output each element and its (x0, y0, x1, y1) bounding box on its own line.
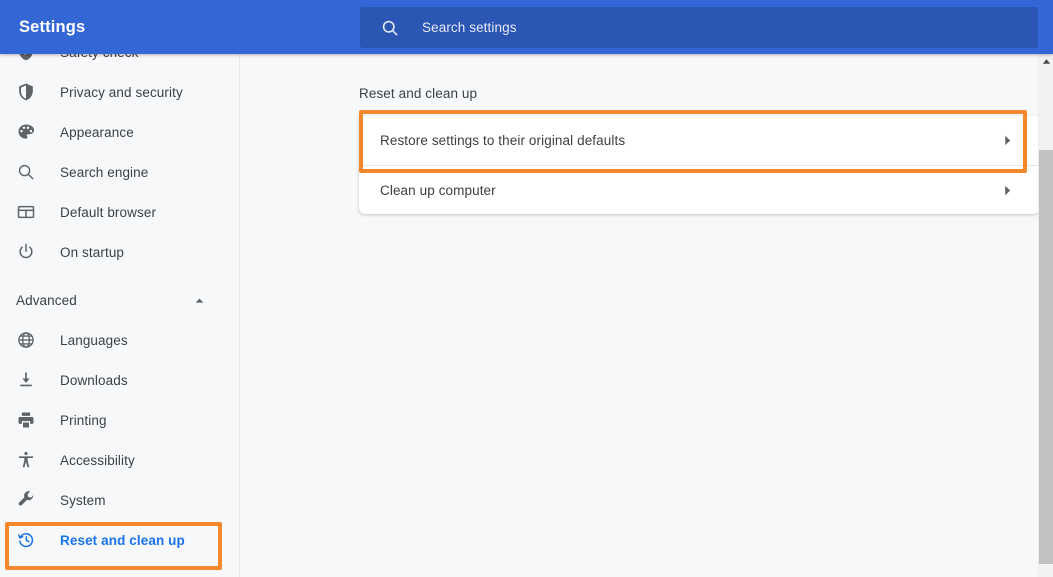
section-title: Reset and clean up (359, 86, 478, 101)
sidebar-item-on-startup[interactable]: On startup (0, 232, 228, 272)
sidebar-item-label: Appearance (60, 124, 134, 140)
sidebar-item-label: Languages (60, 332, 128, 348)
row-label: Clean up computer (380, 182, 496, 198)
sidebar-item-languages[interactable]: Languages (0, 320, 228, 360)
palette-icon (18, 124, 35, 139)
sidebar-item-printing[interactable]: Printing (0, 400, 228, 440)
sidebar-item-label: Printing (60, 412, 107, 428)
sidebar-item-label: On startup (60, 244, 125, 260)
sidebar-item-safety-check[interactable]: Safety check (0, 54, 228, 72)
globe-icon (18, 332, 34, 348)
scroll-up-arrow-icon[interactable] (1042, 57, 1051, 66)
sidebar-scrollbar[interactable] (1038, 54, 1053, 577)
settings-main-content: Reset and clean up Restore settings to t… (241, 54, 1053, 577)
sidebar-item-label: Search engine (60, 164, 149, 180)
scrollbar-thumb[interactable] (1039, 150, 1053, 564)
power-icon (19, 243, 33, 259)
shield-icon (19, 83, 33, 101)
sidebar-item-reset-and-clean-up[interactable]: Reset and clean up (0, 520, 228, 560)
page-title: Settings (19, 17, 86, 36)
row-label: Restore settings to their original defau… (380, 133, 626, 148)
sidebar-item-label: Accessibility (60, 452, 135, 468)
sidebar-item-default-browser[interactable]: Default browser (0, 192, 228, 232)
browser-window-icon (17, 205, 35, 219)
sidebar-item-appearance[interactable]: Appearance (0, 112, 228, 152)
sidebar-item-accessibility[interactable]: Accessibility (0, 440, 228, 480)
wrench-icon (18, 491, 34, 506)
sidebar-section-label: Advanced (16, 292, 77, 308)
accessibility-icon (19, 451, 33, 468)
reset-and-clean-up-card: Restore settings to their original defau… (359, 116, 1039, 214)
sidebar-item-label: System (60, 492, 106, 508)
chevron-right-icon (1005, 135, 1011, 146)
sidebar-item-downloads[interactable]: Downloads (0, 360, 228, 400)
sidebar-item-label: Default browser (60, 204, 157, 220)
printer-icon (18, 412, 34, 428)
search-icon (382, 20, 398, 36)
caret-up-icon (195, 298, 204, 303)
sidebar-item-label: Safety check (60, 54, 139, 60)
search-placeholder: Search settings (422, 20, 517, 35)
sidebar-section-advanced[interactable]: Advanced (0, 280, 228, 320)
row-clean-up-computer[interactable]: Clean up computer (359, 165, 1039, 214)
settings-header: Settings Search settings (0, 0, 1053, 54)
sidebar-nav-list: Safety check Privacy and security Appear… (0, 54, 228, 560)
row-restore-settings-to-defaults[interactable]: Restore settings to their original defau… (359, 116, 1039, 165)
sidebar-item-search-engine[interactable]: Search engine (0, 152, 228, 192)
sidebar-item-privacy-and-security[interactable]: Privacy and security (0, 72, 228, 112)
magnifier-icon (18, 164, 34, 180)
sidebar-divider (239, 54, 240, 577)
sidebar-item-label: Privacy and security (60, 84, 183, 100)
sidebar-item-label: Reset and clean up (60, 532, 185, 548)
sidebar-item-system[interactable]: System (0, 480, 228, 520)
settings-sidebar: Safety check Privacy and security Appear… (0, 54, 240, 577)
sidebar-item-label: Downloads (60, 372, 128, 388)
download-icon (20, 372, 32, 387)
restore-clock-icon (17, 533, 34, 548)
search-input[interactable]: Search settings (360, 7, 1038, 48)
shield-check-icon (19, 54, 33, 61)
chevron-right-icon (1005, 185, 1011, 195)
